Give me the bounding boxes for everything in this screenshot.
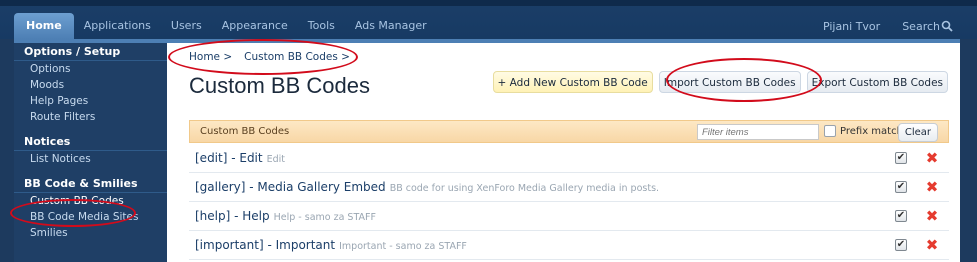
- sidebar-heading-bb-code-smilies[interactable]: BB Code & Smilies: [14, 175, 167, 193]
- list-item-desc: Help - samo za STAFF: [273, 212, 376, 223]
- list-item: [help] - Help Help - samo za STAFF ✔ ✖: [189, 202, 949, 231]
- breadcrumb: Home > Custom BB Codes >: [189, 51, 350, 63]
- user-name-link[interactable]: Pijani Tvor: [823, 20, 880, 33]
- list-item-title: [edit] - Edit: [195, 151, 263, 165]
- prefix-match[interactable]: Prefix match: [824, 125, 903, 137]
- page-title: Custom BB Codes: [189, 73, 370, 98]
- list-item-title: [important] - Important: [195, 238, 336, 252]
- prefix-match-label: Prefix match: [840, 125, 903, 137]
- checkbox-checked-icon[interactable]: ✔: [895, 152, 907, 164]
- prefix-match-checkbox[interactable]: [824, 125, 836, 137]
- breadcrumb-home[interactable]: Home >: [189, 51, 232, 63]
- checkbox-checked-icon[interactable]: ✔: [895, 210, 907, 222]
- delete-icon[interactable]: ✖: [925, 209, 939, 224]
- tab-home[interactable]: Home: [14, 13, 74, 39]
- list-item-title: [help] - Help: [195, 209, 270, 223]
- delete-icon[interactable]: ✖: [925, 151, 939, 166]
- list-item: [edit] - Edit Edit ✔ ✖: [189, 144, 949, 173]
- delete-icon[interactable]: ✖: [925, 238, 939, 253]
- list-item-desc: Edit: [266, 154, 286, 165]
- list-item-desc: Important - samo za STAFF: [339, 241, 467, 252]
- tab-ads-manager[interactable]: Ads Manager: [345, 13, 437, 39]
- tab-users[interactable]: Users: [161, 13, 212, 39]
- top-nav-bar: Home Applications Users Appearance Tools…: [0, 0, 977, 39]
- list-item-link[interactable]: [important] - Important Important - samo …: [195, 238, 467, 252]
- tab-appearance[interactable]: Appearance: [212, 13, 298, 39]
- list-item-link[interactable]: [edit] - Edit Edit: [195, 151, 285, 165]
- list-header-label: Custom BB Codes: [200, 126, 290, 137]
- sidebar-item-route-filters[interactable]: Route Filters: [14, 109, 167, 125]
- breadcrumb-custom-bb-codes[interactable]: Custom BB Codes >: [244, 51, 350, 63]
- sidebar-item-options[interactable]: Options: [14, 61, 167, 77]
- main-content: Home > Custom BB Codes > Custom BB Codes…: [167, 39, 960, 262]
- list-item-link[interactable]: [help] - Help Help - samo za STAFF: [195, 209, 376, 223]
- top-strip: [0, 0, 977, 6]
- user-area: Pijani Tvor Search: [823, 13, 977, 39]
- sidebar: Options / Setup Options Moods Help Pages…: [14, 39, 167, 262]
- action-buttons: + Add New Custom BB Code Import Custom B…: [492, 71, 948, 93]
- search-link[interactable]: Search: [902, 20, 953, 33]
- list-item-link[interactable]: [gallery] - Media Gallery Embed BB code f…: [195, 180, 659, 194]
- sidebar-item-list-notices[interactable]: List Notices: [14, 151, 167, 167]
- filter-input[interactable]: [697, 124, 819, 140]
- sidebar-heading-notices[interactable]: Notices: [14, 133, 167, 151]
- checkbox-checked-icon[interactable]: ✔: [895, 239, 907, 251]
- sidebar-item-help-pages[interactable]: Help Pages: [14, 93, 167, 109]
- list-item: [gallery] - Media Gallery Embed BB code f…: [189, 173, 949, 202]
- sidebar-item-custom-bb-codes[interactable]: Custom BB Codes: [14, 193, 167, 209]
- search-label: Search: [902, 19, 940, 33]
- delete-icon[interactable]: ✖: [925, 180, 939, 195]
- sidebar-item-moods[interactable]: Moods: [14, 77, 167, 93]
- sidebar-item-smilies[interactable]: Smilies: [14, 225, 167, 241]
- search-icon: [941, 20, 953, 32]
- add-bb-code-button[interactable]: + Add New Custom BB Code: [492, 71, 653, 93]
- list-item: [important] - Important Important - samo …: [189, 231, 949, 260]
- tab-applications[interactable]: Applications: [74, 13, 161, 39]
- sidebar-heading-options-setup[interactable]: Options / Setup: [14, 43, 167, 61]
- clear-button[interactable]: Clear: [897, 123, 938, 142]
- main-nav: Home Applications Users Appearance Tools…: [14, 13, 437, 39]
- list-header: Custom BB Codes Prefix match Clear: [189, 120, 949, 143]
- tab-tools[interactable]: Tools: [298, 13, 345, 39]
- list-item-desc: BB code for using XenForo Media Gallery …: [389, 183, 660, 194]
- import-bb-codes-button[interactable]: Import Custom BB Codes: [658, 71, 801, 93]
- export-bb-codes-button[interactable]: Export Custom BB Codes: [806, 71, 948, 93]
- checkbox-checked-icon[interactable]: ✔: [895, 181, 907, 193]
- sidebar-item-bb-code-media-sites[interactable]: BB Code Media Sites: [14, 209, 167, 225]
- list-item-title: [gallery] - Media Gallery Embed: [195, 180, 386, 194]
